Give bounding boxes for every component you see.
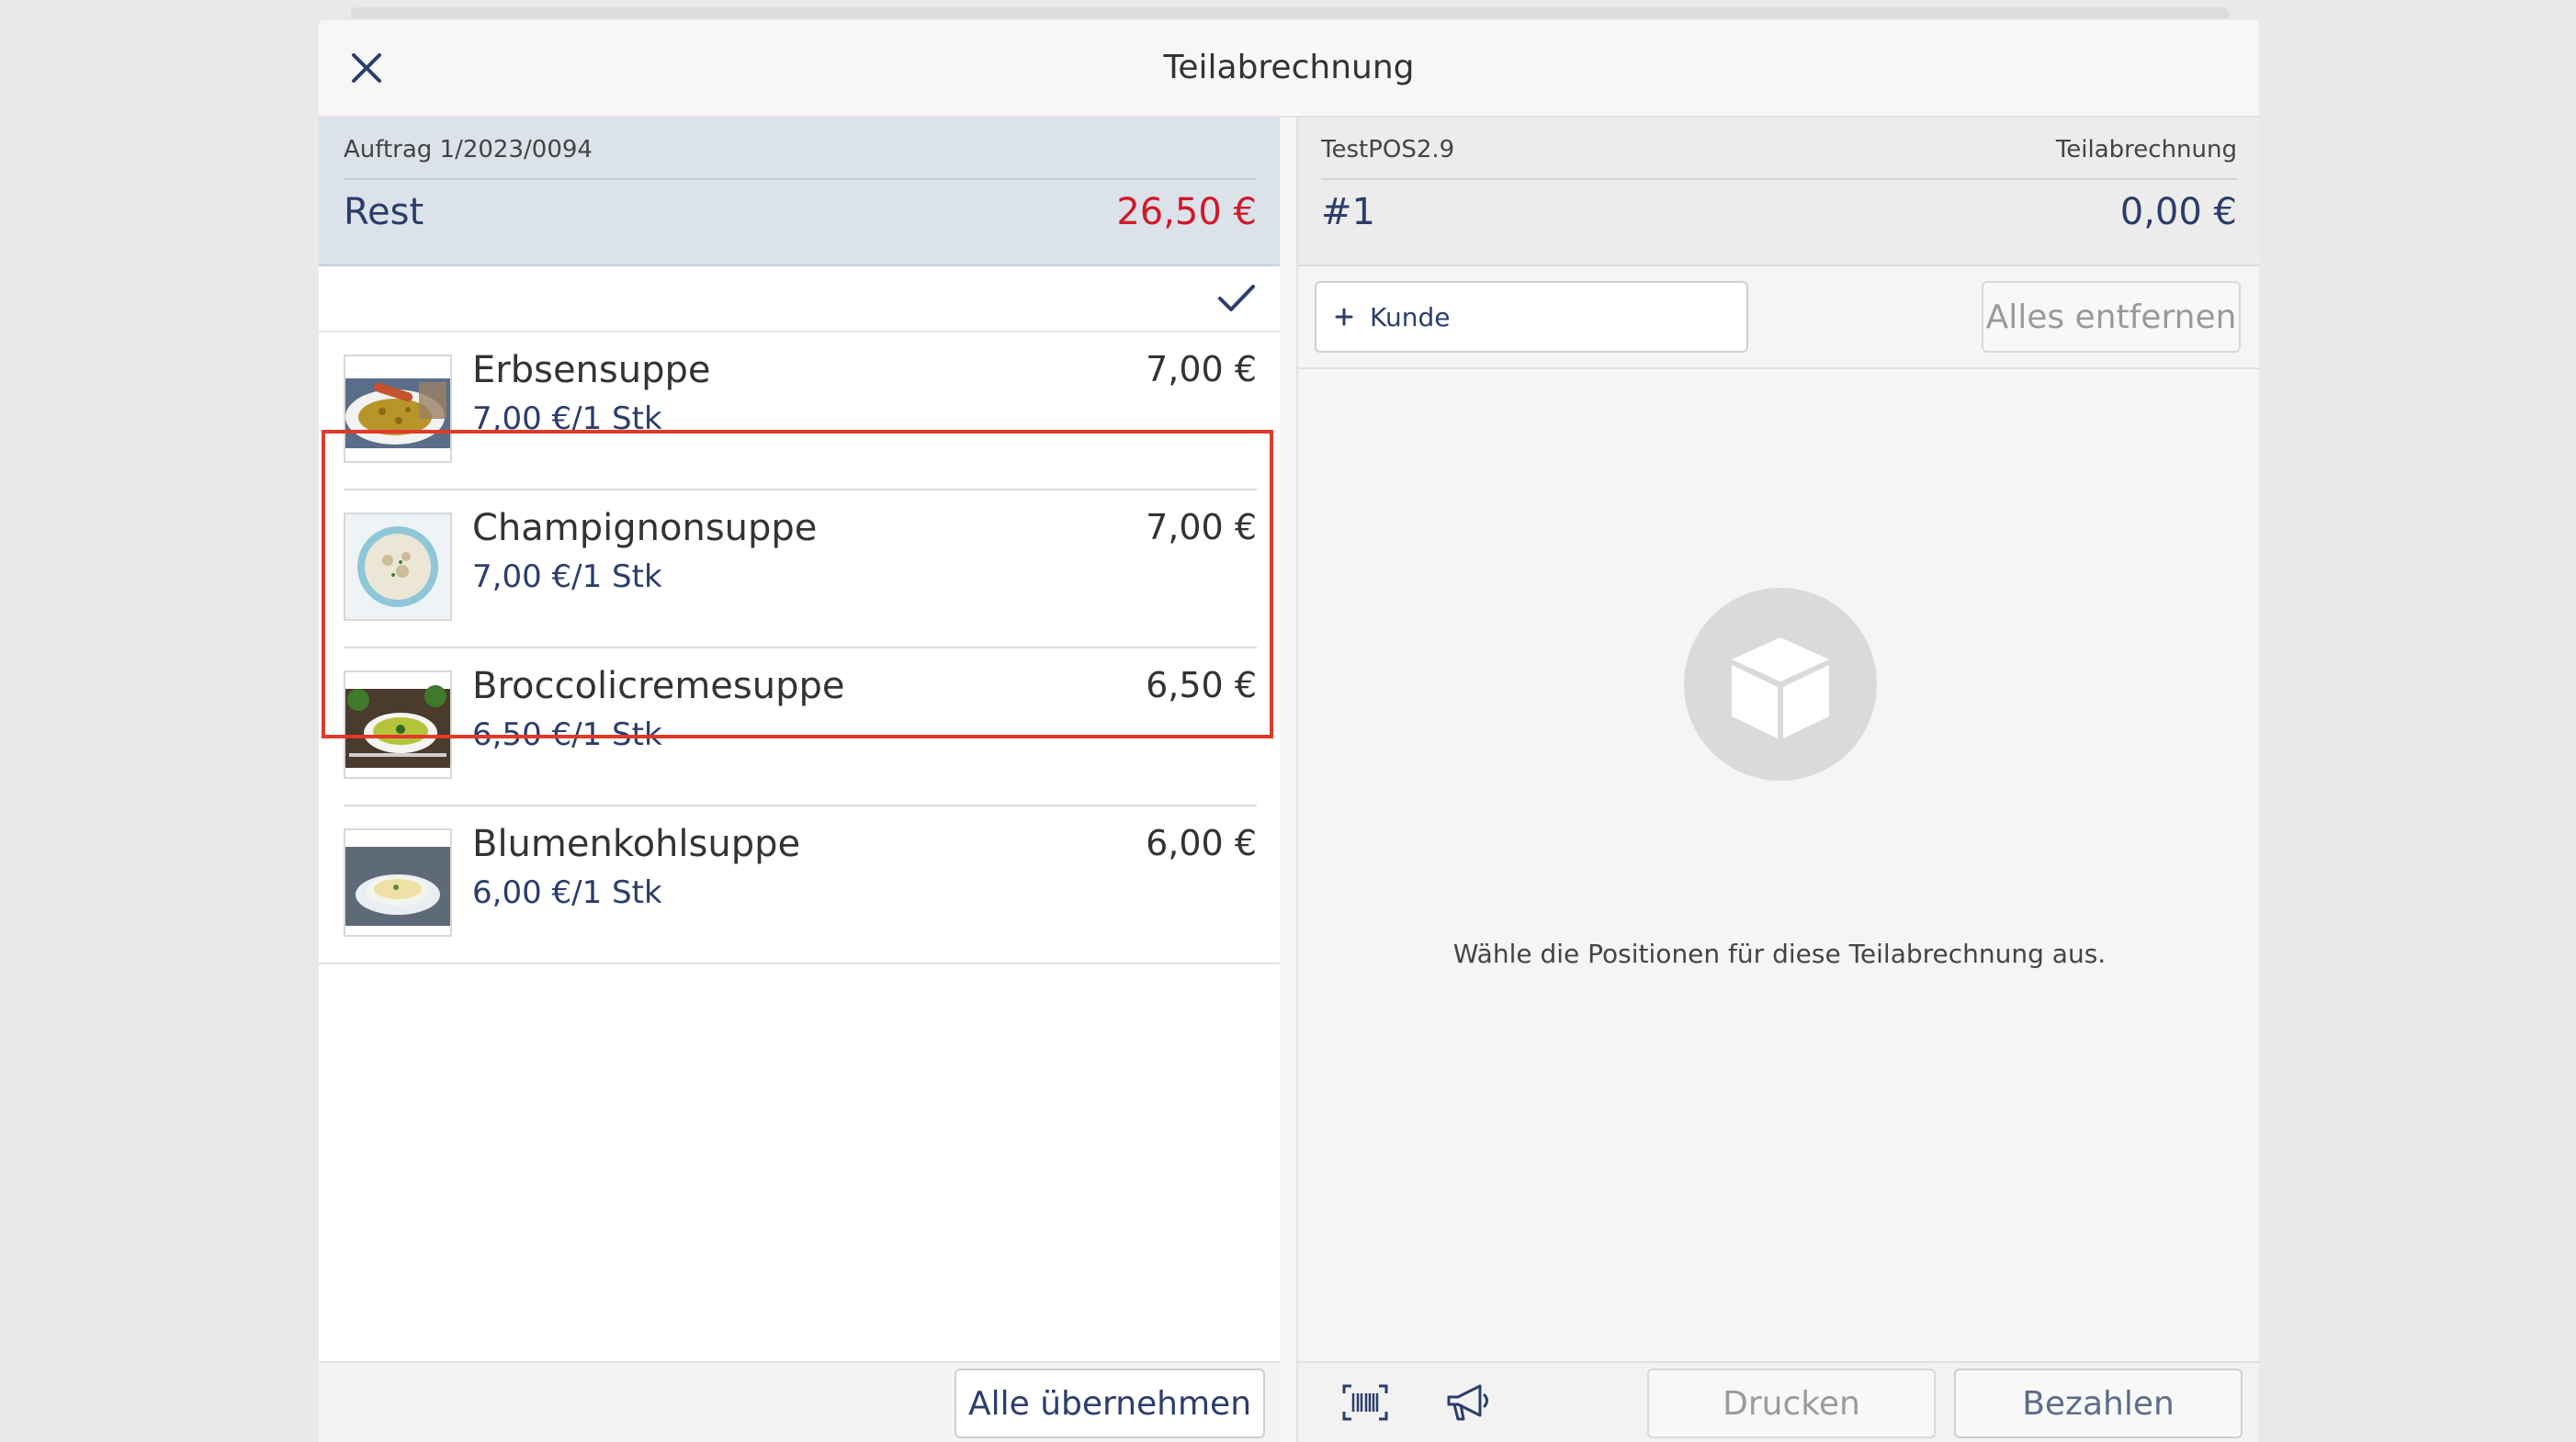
bill-footer: Drucken Bezahlen [1298,1361,2259,1442]
rest-label: Rest [344,191,424,233]
item-unit-price: 7,00 €/1 Stk [472,400,662,437]
item-name: Champignonsuppe [472,507,818,549]
partial-bill-dialog: Teilabrechnung Auftrag 1/2023/0094 Rest … [319,20,2259,1442]
partial-bill-panel: TestPOS2.9 Teilabrechnung #1 0,00 € Kund… [1296,118,2259,1442]
empty-state-message: Wähle die Positionen für diese Teilabrec… [1452,939,2107,969]
add-customer-button[interactable]: Kunde [1315,281,1748,353]
item-unit-price: 6,50 €/1 Stk [472,716,662,753]
item-list: Erbsensuppe 7,00 €/1 Stk 7,00 € Champign… [319,332,1280,964]
order-panel: Auftrag 1/2023/0094 Rest 26,50 € Erbsens… [319,118,1280,1442]
bill-number: #1 [1321,191,1375,233]
pay-button[interactable]: Bezahlen [1954,1369,2243,1438]
bill-summary: TestPOS2.9 Teilabrechnung #1 0,00 € [1298,118,2259,266]
select-all-button[interactable] [1214,276,1260,321]
dialog-header: Teilabrechnung [319,20,2259,118]
list-item[interactable]: Blumenkohlsuppe 6,00 €/1 Stk 6,00 € [319,806,1280,964]
order-number: Auftrag 1/2023/0094 [344,136,593,163]
remove-all-button[interactable]: Alles entfernen [1982,281,2241,353]
bill-total: 0,00 € [2119,191,2237,233]
item-unit-price: 6,00 €/1 Stk [472,874,662,911]
item-price: 6,50 € [1146,665,1257,705]
order-footer: Alle übernehmen [319,1361,1280,1442]
megaphone-icon [1447,1384,1488,1421]
dialog-title: Teilabrechnung [1163,49,1415,86]
check-icon [1218,285,1255,311]
item-image [344,513,452,621]
background-sheet [351,7,2229,18]
item-image [344,355,452,463]
pos-name: TestPOS2.9 [1321,136,1455,163]
divider [319,963,1280,964]
announce-button[interactable] [1436,1372,1500,1433]
item-image [344,828,452,937]
barcode-button[interactable] [1333,1372,1397,1433]
list-item[interactable]: Broccolicremesuppe 6,50 €/1 Stk 6,50 € [319,648,1280,806]
item-name: Blumenkohlsuppe [472,823,801,865]
item-price: 6,00 € [1146,823,1257,863]
order-summary: Auftrag 1/2023/0094 Rest 26,50 € [319,118,1280,266]
item-name: Erbsensuppe [472,349,711,391]
section-label: Teilabrechnung [2055,136,2237,163]
bill-actions: Kunde Alles entfernen [1298,266,2259,369]
item-price: 7,00 € [1146,507,1257,547]
print-button[interactable]: Drucken [1647,1369,1936,1438]
divider [1321,178,2237,180]
item-name: Broccolicremesuppe [472,665,845,707]
divider [344,178,1257,180]
item-image [344,670,452,779]
list-item[interactable]: Erbsensuppe 7,00 €/1 Stk 7,00 € [319,332,1280,490]
close-button[interactable] [339,40,394,96]
barcode-icon [1342,1384,1388,1421]
item-price: 7,00 € [1146,349,1257,389]
plus-icon [1335,308,1353,326]
add-customer-label: Kunde [1370,301,1451,332]
take-all-button[interactable]: Alle übernehmen [955,1369,1265,1438]
box-icon [1732,637,1829,738]
list-item[interactable]: Champignonsuppe 7,00 €/1 Stk 7,00 € [319,490,1280,648]
rest-value: 26,50 € [1116,191,1257,233]
select-all-row [319,266,1280,332]
empty-state-illustration [1684,588,1877,781]
item-unit-price: 7,00 €/1 Stk [472,558,662,595]
close-icon [352,53,381,83]
